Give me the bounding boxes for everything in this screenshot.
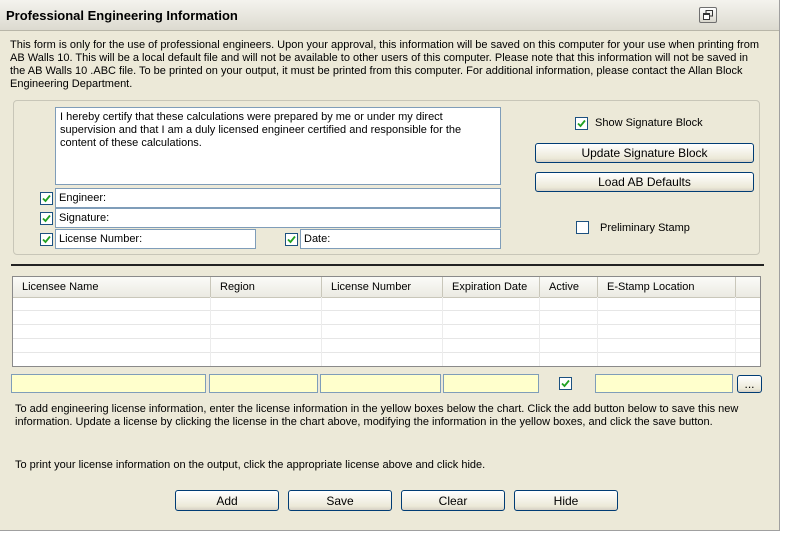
date-checkbox[interactable]: [285, 233, 298, 246]
table-row[interactable]: [13, 353, 760, 366]
table-row[interactable]: [13, 339, 760, 353]
license-number-field[interactable]: License Number:: [55, 229, 256, 249]
column-header-license-number[interactable]: License Number: [322, 277, 443, 297]
certification-textbox[interactable]: I hereby certify that these calculations…: [55, 107, 501, 185]
column-header-active[interactable]: Active: [540, 277, 598, 297]
column-divider: [210, 297, 211, 366]
licensee-name-input[interactable]: [11, 374, 206, 393]
check-icon: [287, 235, 296, 244]
engineer-field[interactable]: Engineer:: [55, 188, 501, 208]
expiration-date-input[interactable]: [443, 374, 539, 393]
column-header-region[interactable]: Region: [211, 277, 322, 297]
column-divider: [735, 297, 736, 366]
check-icon: [561, 379, 570, 388]
window-title: Professional Engineering Information: [6, 8, 238, 23]
print-instructions: To print your license information on the…: [15, 459, 486, 471]
check-icon: [577, 119, 586, 128]
add-button[interactable]: Add: [175, 490, 279, 511]
engineering-info-window: Professional Engineering Information Thi…: [0, 0, 780, 531]
region-input[interactable]: [209, 374, 318, 393]
restore-window-button[interactable]: [699, 7, 717, 23]
column-divider: [597, 297, 598, 366]
hide-button[interactable]: Hide: [514, 490, 618, 511]
column-divider: [321, 297, 322, 366]
date-field[interactable]: Date:: [300, 229, 501, 249]
table-row[interactable]: [13, 325, 760, 339]
active-checkbox[interactable]: [559, 377, 572, 390]
column-divider: [539, 297, 540, 366]
license-table[interactable]: Licensee Name Region License Number Expi…: [12, 276, 761, 367]
clear-button[interactable]: Clear: [401, 490, 505, 511]
intro-text: This form is only for the use of profess…: [10, 39, 759, 90]
signature-checkbox[interactable]: [40, 212, 53, 225]
restore-icon: [703, 10, 713, 20]
show-signature-block-checkbox[interactable]: [575, 117, 588, 130]
column-header-expiration-date[interactable]: Expiration Date: [443, 277, 540, 297]
check-icon: [42, 235, 51, 244]
table-row[interactable]: [13, 297, 760, 311]
section-separator: [11, 264, 764, 266]
add-instructions: To add engineering license information, …: [15, 403, 739, 428]
preliminary-stamp-checkbox[interactable]: [576, 221, 589, 234]
license-number-input[interactable]: [320, 374, 441, 393]
license-number-checkbox[interactable]: [40, 233, 53, 246]
save-button[interactable]: Save: [288, 490, 392, 511]
column-header-licensee-name[interactable]: Licensee Name: [13, 277, 211, 297]
column-header-estamp-location[interactable]: E-Stamp Location: [598, 277, 736, 297]
check-icon: [42, 194, 51, 203]
update-signature-block-button[interactable]: Update Signature Block: [535, 143, 754, 163]
table-row[interactable]: [13, 311, 760, 325]
table-header: Licensee Name Region License Number Expi…: [13, 277, 760, 298]
show-signature-block-label: Show Signature Block: [595, 117, 703, 129]
engineer-checkbox[interactable]: [40, 192, 53, 205]
column-divider: [442, 297, 443, 366]
title-bar: Professional Engineering Information: [0, 0, 779, 31]
browse-button[interactable]: ...: [737, 375, 762, 393]
check-icon: [42, 214, 51, 223]
preliminary-stamp-label: Preliminary Stamp: [600, 222, 690, 234]
estamp-location-input[interactable]: [595, 374, 733, 393]
load-ab-defaults-button[interactable]: Load AB Defaults: [535, 172, 754, 192]
signature-field[interactable]: Signature:: [55, 208, 501, 228]
